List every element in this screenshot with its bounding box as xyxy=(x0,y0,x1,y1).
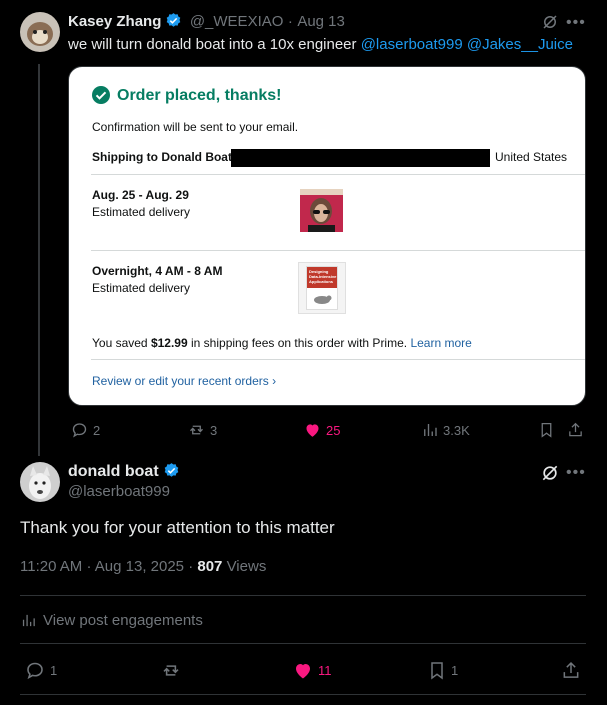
like-count: 25 xyxy=(326,422,341,438)
views-button[interactable]: 3.3K xyxy=(421,421,470,439)
bookmark-icon xyxy=(541,422,552,438)
tweet1-text: we will turn donald boat into a 10x engi… xyxy=(68,36,573,54)
repost-count: 3 xyxy=(210,422,218,438)
divider xyxy=(91,359,585,360)
thread-line xyxy=(38,64,40,456)
repost-icon xyxy=(190,425,203,435)
author-handle[interactable]: @_WEEXIAO xyxy=(190,13,284,30)
verified-badge-icon xyxy=(163,462,180,485)
order-screenshot-card[interactable]: Order placed, thanks! Confirmation will … xyxy=(68,66,586,406)
avatar-image xyxy=(20,462,60,502)
meta-separator: · xyxy=(188,558,194,575)
share-icon xyxy=(563,661,579,678)
review-orders-link[interactable]: Review or edit your recent orders › xyxy=(92,374,276,388)
reply-icon xyxy=(72,423,87,438)
avatar-donald-boat[interactable] xyxy=(20,462,60,502)
delivery1-note: Estimated delivery xyxy=(92,205,191,219)
engagements-label: View post engagements xyxy=(43,612,203,629)
learn-more-link[interactable]: Learn more xyxy=(410,336,471,350)
views-chart-icon xyxy=(424,424,437,436)
boar-illustration-icon xyxy=(314,295,332,304)
grok-icon[interactable] xyxy=(540,463,560,488)
post-date[interactable]: Aug 13 xyxy=(297,13,345,30)
savings-amount: $12.99 xyxy=(150,336,188,350)
reply-count: 2 xyxy=(93,422,101,438)
avatar-kasey-zhang[interactable] xyxy=(20,12,60,52)
reply-button[interactable]: 2 xyxy=(70,421,100,439)
meta-separator: · xyxy=(86,558,92,575)
book-cover-2: Designing Data-Intensive Applications xyxy=(298,262,346,314)
reply-icon xyxy=(27,662,43,680)
heart-filled-icon xyxy=(296,663,310,679)
tweet-text: we will turn donald boat into a 10x engi… xyxy=(68,36,357,53)
divider xyxy=(91,174,585,175)
like-button[interactable]: 25 xyxy=(303,421,340,439)
repost-button[interactable] xyxy=(160,660,182,681)
reply-count: 1 xyxy=(50,663,58,678)
views-count: 807 xyxy=(197,558,223,575)
header-separator: · xyxy=(287,13,293,30)
delivery2-dates: Overnight, 4 AM - 8 AM xyxy=(92,264,223,278)
views-count: 3.3K xyxy=(443,422,470,438)
grok-icon[interactable] xyxy=(541,13,559,36)
post-meta: 11:20 AM · Aug 13, 2025 · 807 Views xyxy=(20,558,266,575)
post-time[interactable]: 11:20 AM xyxy=(20,558,82,575)
more-options-icon[interactable]: ••• xyxy=(566,14,586,32)
bookmark-button[interactable] xyxy=(538,421,555,439)
post-date[interactable]: Aug 13, 2025 xyxy=(95,558,184,575)
book-cover-1 xyxy=(300,189,343,232)
view-engagements-link[interactable]: View post engagements xyxy=(20,612,203,629)
delivery2-note: Estimated delivery xyxy=(92,281,191,295)
order-title: Order placed, thanks! xyxy=(117,87,282,104)
shipping-label: Shipping to Donald Boat, xyxy=(92,150,236,164)
views-label: Views xyxy=(226,558,267,575)
delivery1-dates: Aug. 25 - Aug. 29 xyxy=(92,188,189,202)
share-button[interactable] xyxy=(561,660,581,681)
tweet2-header: donald boat xyxy=(68,462,180,485)
divider xyxy=(20,694,586,695)
divider xyxy=(20,643,586,644)
reply-button[interactable]: 1 xyxy=(24,660,57,681)
avatar-image xyxy=(20,12,60,52)
check-circle-icon xyxy=(92,86,110,104)
like-count: 11 xyxy=(318,663,332,678)
share-icon xyxy=(569,422,582,437)
savings-prefix: You saved xyxy=(92,336,148,350)
repost-button[interactable]: 3 xyxy=(187,421,217,439)
tweet2-text: Thank you for your attention to this mat… xyxy=(20,518,335,537)
share-button[interactable] xyxy=(567,421,584,439)
divider xyxy=(20,595,586,596)
confirmation-text: Confirmation will be sent to your email. xyxy=(92,120,299,134)
repost-icon xyxy=(163,665,179,676)
author-name[interactable]: donald boat xyxy=(68,463,159,480)
bookmark-icon xyxy=(431,662,443,680)
savings-text: You saved $12.99 in shipping fees on thi… xyxy=(92,336,472,350)
mention-jakes-juice[interactable]: @Jakes__Juice xyxy=(467,36,573,53)
more-options-icon[interactable]: ••• xyxy=(566,464,586,482)
savings-suffix: in shipping fees on this order with Prim… xyxy=(191,336,408,350)
shipping-country: United States xyxy=(495,150,568,164)
bookmark-button[interactable]: 1 xyxy=(427,660,458,681)
bookmark-count: 1 xyxy=(451,663,459,678)
divider xyxy=(91,250,585,251)
heart-filled-icon xyxy=(306,424,319,437)
tweet1-header: Kasey Zhang @_WEEXIAO · Aug 13 xyxy=(68,12,345,34)
like-button[interactable]: 11 xyxy=(292,660,332,681)
author-name[interactable]: Kasey Zhang xyxy=(68,13,161,30)
author-handle[interactable]: @laserboat999 xyxy=(68,483,170,500)
redacted-address xyxy=(231,149,490,167)
book2-title-line3: Applications xyxy=(309,279,334,284)
engagements-chart-icon xyxy=(22,614,35,627)
mention-laserboat999[interactable]: @laserboat999 xyxy=(361,36,463,53)
verified-badge-icon xyxy=(165,12,182,34)
